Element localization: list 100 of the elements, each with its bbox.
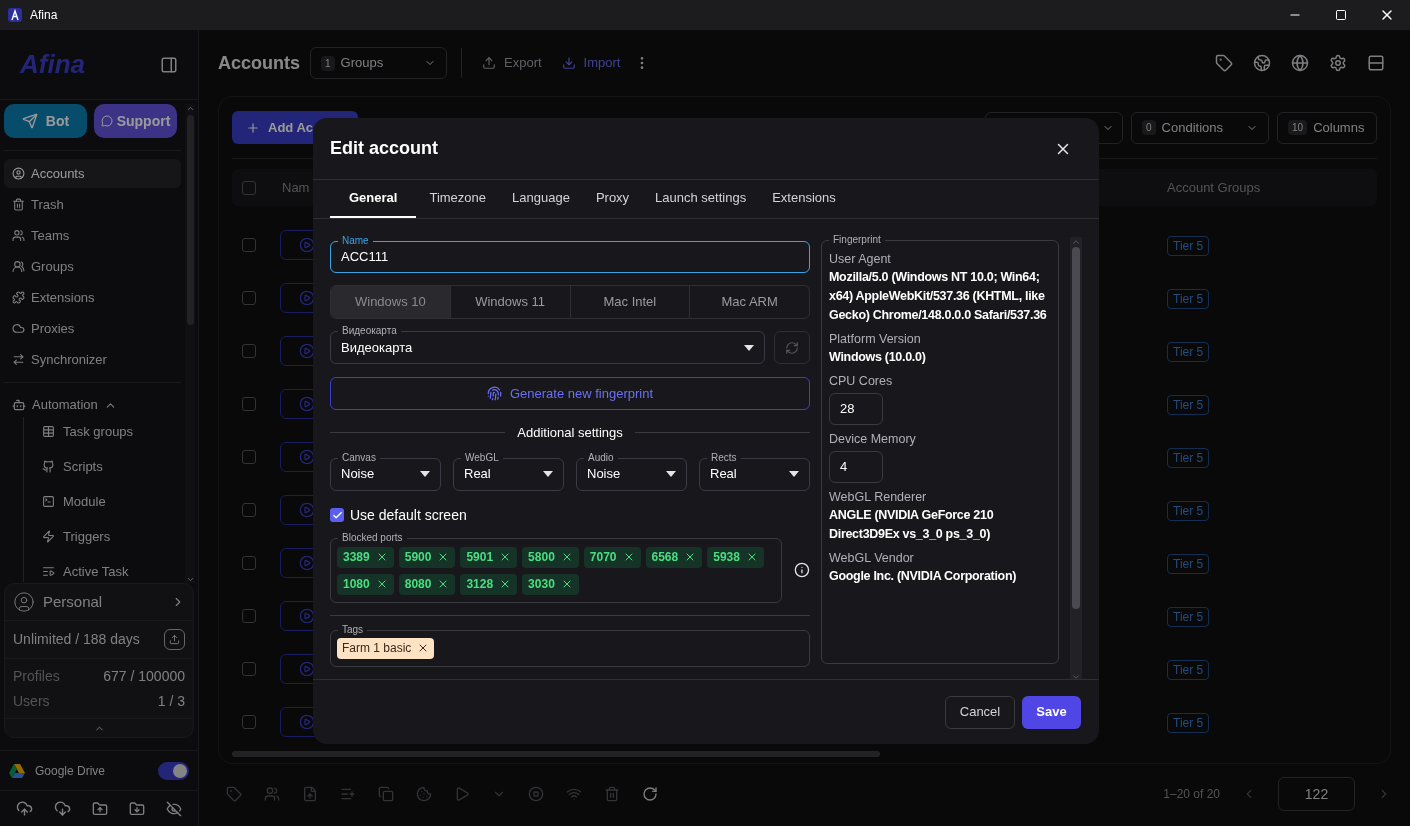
- play-icon: [299, 290, 315, 306]
- play-icon[interactable]: [454, 786, 470, 802]
- tab[interactable]: General: [330, 179, 417, 218]
- checkbox[interactable]: [330, 508, 344, 522]
- count-badge: 1: [321, 55, 335, 71]
- info-icon[interactable]: [794, 562, 810, 578]
- drive-toggle[interactable]: [158, 761, 189, 780]
- bot-button[interactable]: Bot: [4, 104, 87, 138]
- nav-subitem[interactable]: Triggers: [42, 526, 181, 547]
- automation-item[interactable]: Automation: [4, 393, 181, 417]
- caret-icon: [789, 471, 799, 477]
- scrollbar-thumb[interactable]: [1072, 247, 1081, 609]
- play-icon: [299, 343, 315, 359]
- count-badge: 0: [1142, 120, 1156, 135]
- folder-download-icon[interactable]: [128, 800, 145, 817]
- play-icon: [299, 555, 315, 571]
- tab[interactable]: Extensions: [759, 179, 849, 218]
- nav-item[interactable]: Groups: [4, 252, 181, 281]
- scroll-up-icon[interactable]: [185, 104, 195, 113]
- row-checkbox[interactable]: [242, 450, 256, 464]
- row-checkbox[interactable]: [242, 609, 256, 623]
- count-badge: 10: [1288, 120, 1308, 135]
- tab[interactable]: Launch settings: [642, 179, 760, 218]
- eye-off-icon[interactable]: [165, 800, 182, 817]
- fingerprint-icon: [486, 386, 502, 401]
- select-all-checkbox[interactable]: [242, 180, 256, 195]
- panel-toggle-icon[interactable]: [160, 55, 178, 74]
- globe-icon[interactable]: [1291, 54, 1309, 72]
- nav-subitem[interactable]: Module: [42, 491, 181, 512]
- fingerprint-input[interactable]: 4: [829, 451, 883, 483]
- caret-icon: [543, 471, 553, 477]
- tab[interactable]: Timezone: [416, 179, 500, 218]
- nav-subitem[interactable]: Task groups: [42, 421, 181, 442]
- nav-item[interactable]: Accounts: [4, 159, 181, 188]
- generate-fingerprint-button[interactable]: Generate new fingerprint: [330, 377, 810, 410]
- cancel-button[interactable]: Cancel: [945, 695, 1015, 729]
- field-label: Видеокарта: [338, 324, 401, 338]
- profiles-value: 677 / 100000: [103, 667, 185, 686]
- refresh-button[interactable]: [774, 331, 810, 364]
- nav-item[interactable]: Trash: [4, 190, 181, 219]
- port-number: 5900: [404, 549, 432, 566]
- os-option[interactable]: Mac Intel: [570, 286, 691, 318]
- fingerprint-input[interactable]: 28: [829, 393, 883, 425]
- users-icon[interactable]: [264, 786, 280, 802]
- playlist-icon[interactable]: [340, 786, 356, 802]
- row-checkbox[interactable]: [242, 344, 256, 358]
- page-field[interactable]: 122: [1278, 777, 1355, 811]
- scroll-down-icon[interactable]: [1071, 672, 1082, 679]
- fingerprint-value: Windows (10.0.0): [829, 349, 927, 366]
- column-header: Account Groups: [1167, 178, 1262, 197]
- nav-subitem[interactable]: Scripts: [42, 456, 181, 477]
- row-checkbox[interactable]: [242, 503, 256, 517]
- conditions-select[interactable]: 0 Conditions: [1131, 111, 1269, 144]
- os-option[interactable]: Mac ARM: [690, 286, 809, 318]
- save-button[interactable]: Save: [1022, 695, 1081, 729]
- scroll-down-icon[interactable]: [185, 575, 195, 583]
- send-icon: [21, 113, 38, 129]
- caret-icon: [744, 344, 754, 351]
- chat-icon: [100, 115, 113, 127]
- upgrade-button[interactable]: [164, 629, 185, 650]
- settings-icon[interactable]: [1329, 54, 1347, 72]
- row-checkbox[interactable]: [242, 662, 256, 676]
- stop-icon[interactable]: [528, 786, 544, 802]
- file-upload-icon[interactable]: [302, 786, 318, 802]
- horizontal-scrollbar[interactable]: [232, 751, 880, 757]
- trash-icon[interactable]: [604, 786, 620, 802]
- tab[interactable]: Proxy: [582, 179, 643, 218]
- row-checkbox[interactable]: [242, 291, 256, 305]
- wifi-icon[interactable]: [566, 786, 582, 802]
- cloud-upload-icon[interactable]: [16, 800, 34, 817]
- row-checkbox[interactable]: [242, 397, 256, 411]
- columns-button[interactable]: 10 Columns: [1277, 111, 1377, 144]
- copy-icon[interactable]: [378, 786, 394, 802]
- groups-select[interactable]: 1 Groups: [310, 47, 447, 79]
- cookie-icon[interactable]: [416, 786, 432, 802]
- robot-icon: [12, 398, 26, 412]
- users-icon: [12, 229, 25, 242]
- export-button[interactable]: Export: [476, 53, 548, 73]
- refresh-icon[interactable]: [642, 786, 658, 802]
- globe-icon[interactable]: [1253, 54, 1271, 72]
- row-checkbox[interactable]: [242, 556, 256, 570]
- os-option[interactable]: Windows 10: [331, 286, 451, 318]
- play-icon: [299, 396, 315, 412]
- os-option[interactable]: Windows 11: [450, 286, 571, 318]
- nav-item[interactable]: Synchronizer: [4, 345, 181, 374]
- port-number: 5800: [528, 549, 555, 566]
- nav-item[interactable]: Teams: [4, 221, 181, 250]
- group-tag: Tier 5: [1167, 448, 1210, 468]
- nav-item[interactable]: Proxies: [4, 314, 181, 343]
- folder-upload-icon[interactable]: [92, 800, 108, 817]
- support-button[interactable]: Support: [94, 104, 177, 138]
- cloud-download-icon[interactable]: [54, 800, 72, 817]
- tab[interactable]: Language: [499, 179, 583, 218]
- nav-subitem[interactable]: Active Task: [42, 561, 181, 582]
- row-checkbox[interactable]: [242, 715, 256, 729]
- layout-icon[interactable]: [1367, 54, 1385, 72]
- row-checkbox[interactable]: [242, 238, 256, 252]
- scroll-up-icon[interactable]: [1071, 237, 1082, 247]
- select-value: Conditions: [1161, 118, 1223, 137]
- nav-item[interactable]: Extensions: [4, 283, 181, 312]
